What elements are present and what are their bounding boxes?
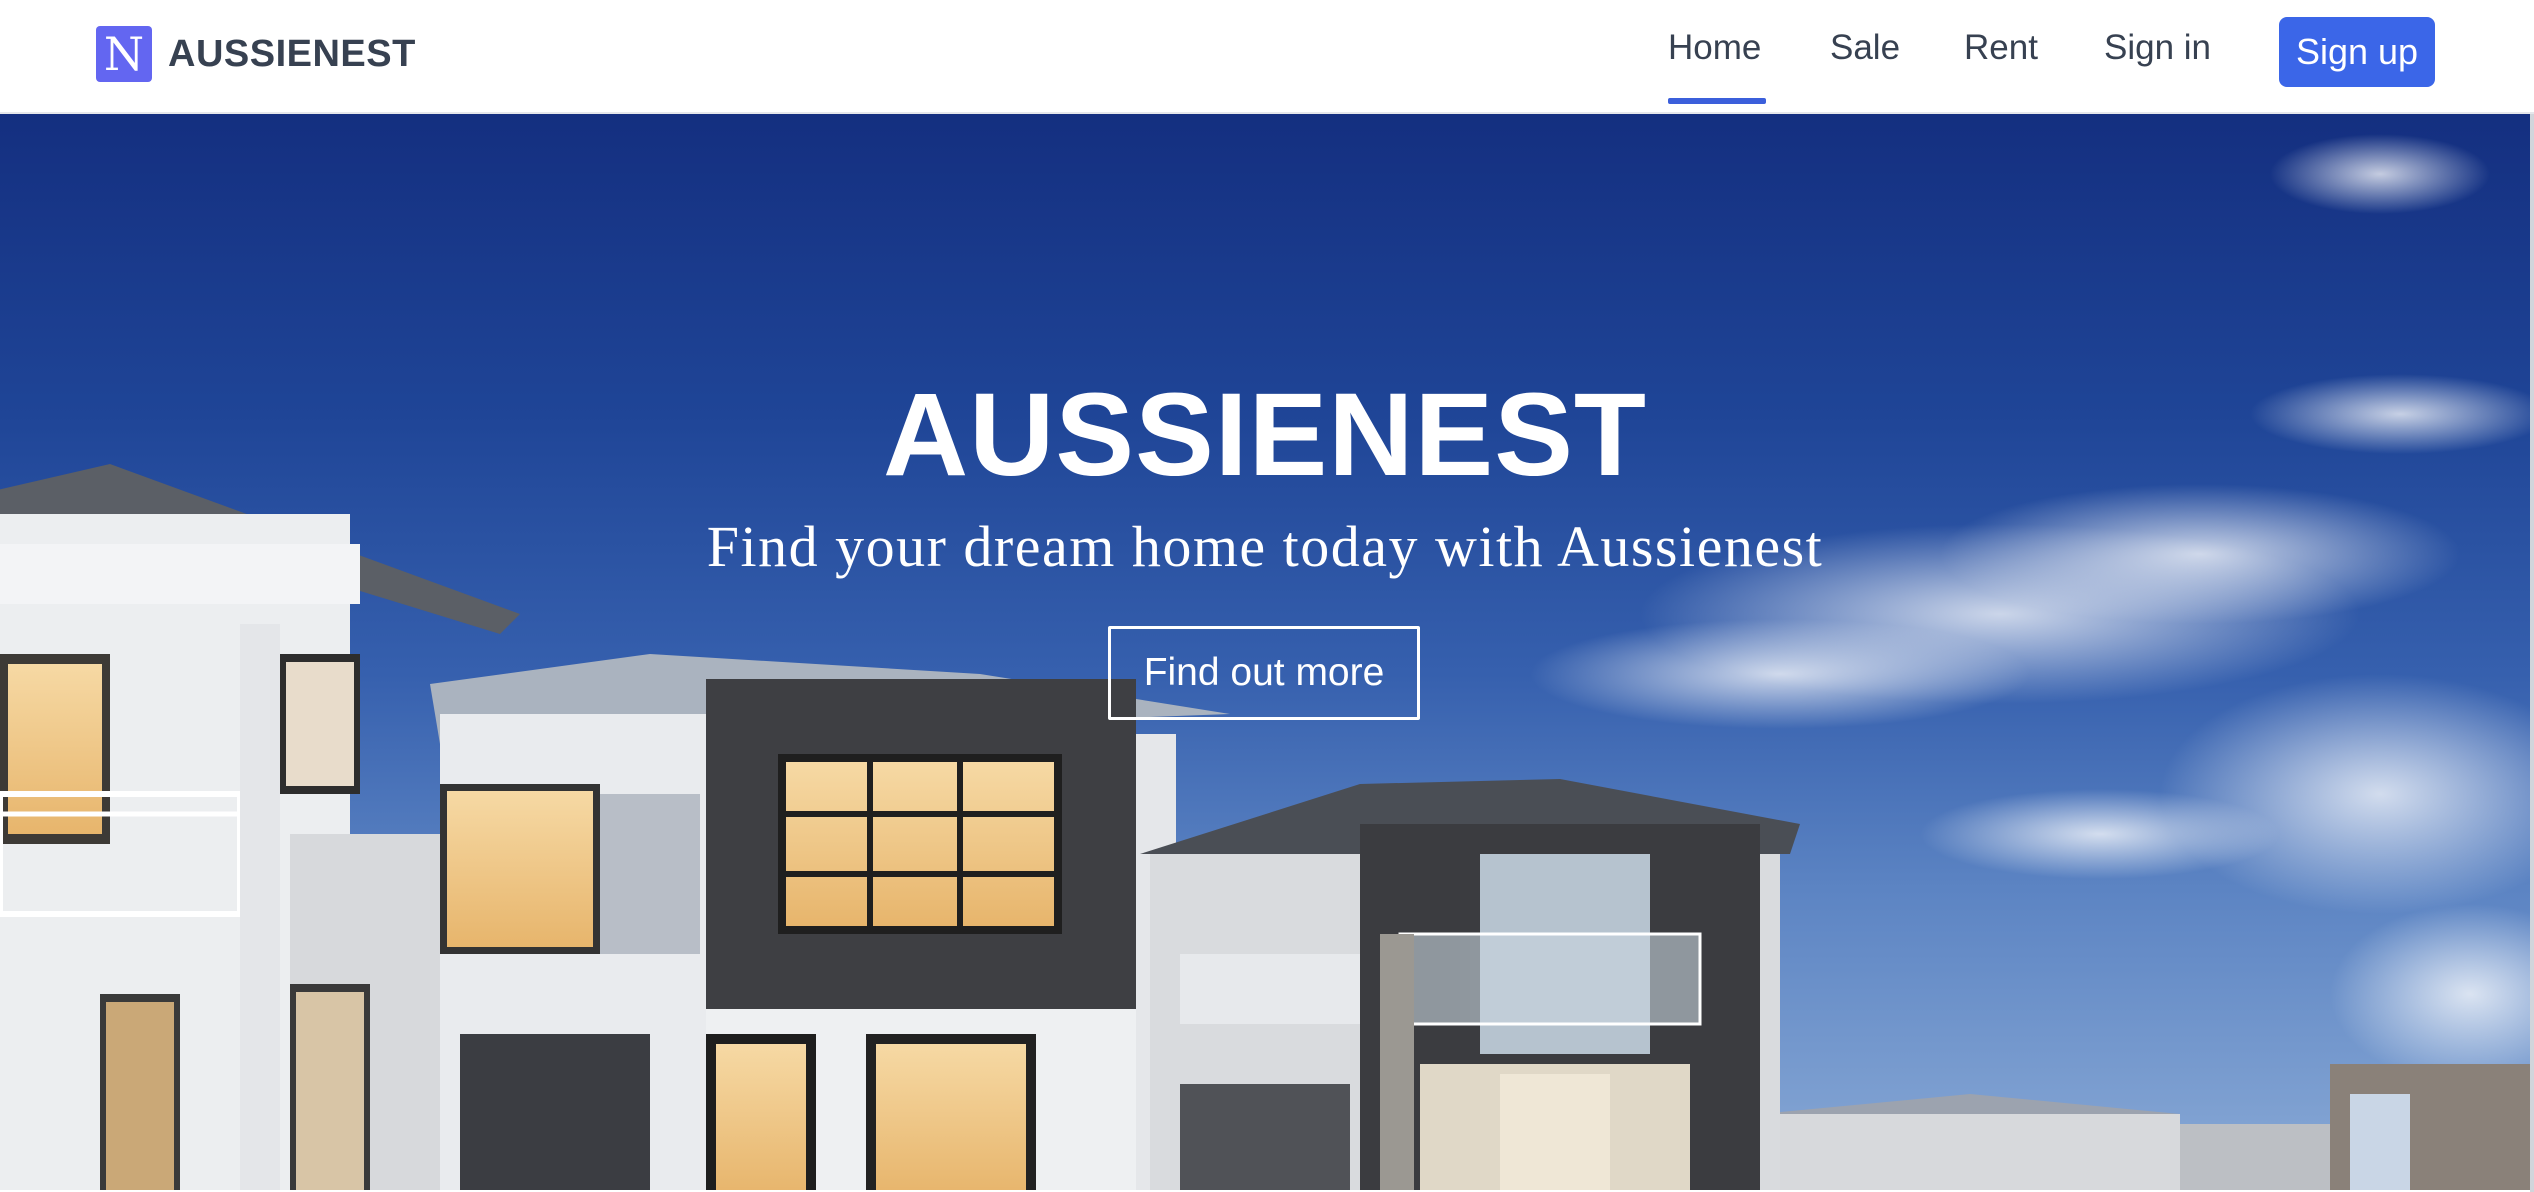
nav-sale-link[interactable]: Sale (1830, 28, 1900, 68)
brand-link[interactable]: N AUSSIENEST (96, 26, 416, 82)
find-out-more-button[interactable]: Find out more (1108, 626, 1420, 720)
nav-rent-link[interactable]: Rent (1964, 28, 2038, 68)
active-nav-indicator (1668, 98, 1766, 104)
window-right-edge (2530, 0, 2534, 1192)
nav-sign-in-link[interactable]: Sign in (2104, 28, 2211, 68)
sign-up-button[interactable]: Sign up (2279, 17, 2435, 87)
nav-home-link[interactable]: Home (1668, 28, 1761, 68)
brand-name: AUSSIENEST (168, 32, 416, 75)
hero-title: AUSSIENEST (882, 369, 1648, 501)
hero-section: AUSSIENEST Find your dream home today wi… (0, 114, 2530, 1190)
brand-logo-icon: N (96, 26, 152, 82)
hero-subtitle: Find your dream home today with Aussiene… (706, 514, 1824, 579)
top-navbar: N AUSSIENEST Home Sale Rent Sign in Sign… (0, 0, 2534, 114)
